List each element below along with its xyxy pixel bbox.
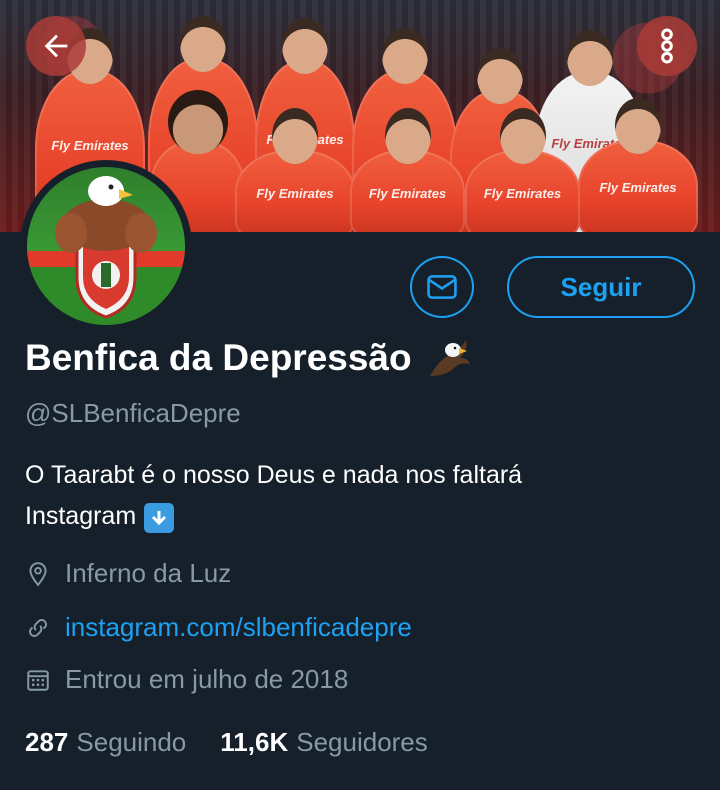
more-vertical-icon (661, 28, 673, 64)
calendar-icon (27, 669, 49, 691)
message-button[interactable] (410, 256, 474, 318)
profile-avatar[interactable] (20, 160, 192, 332)
followers-count: 11,6K (220, 727, 289, 757)
bio-line: Instagram (25, 496, 705, 537)
bio-line: O Taarabt é o nosso Deus e nada nos falt… (25, 461, 523, 489)
following-count: 287 (25, 727, 69, 757)
profile-bio: O Taarabt é o nosso Deus e nada nos falt… (25, 455, 705, 537)
following-stat[interactable]: 287 Seguindo (25, 727, 186, 758)
follow-button-label: Seguir (560, 271, 642, 302)
joined-text: Entrou em julho de 2018 (65, 664, 349, 694)
arrow-left-icon (44, 34, 68, 58)
following-label: Seguindo (76, 727, 187, 757)
avatar-image (27, 167, 185, 325)
eagle-emoji (429, 340, 470, 376)
banner-player: Fly Emirates (235, 108, 355, 232)
down-arrow-emoji (144, 503, 175, 533)
profile-location: Inferno da Luz (25, 558, 231, 589)
location-pin-icon (29, 561, 47, 586)
link-icon (29, 618, 47, 637)
followers-stat[interactable]: 11,6K Seguidores (220, 727, 428, 758)
back-button[interactable] (26, 16, 86, 76)
user-handle: @SLBenficaDepre (25, 398, 241, 428)
more-options-button[interactable] (637, 16, 697, 76)
follow-button[interactable]: Seguir (507, 256, 695, 318)
display-name-row: Benfica da Depressão (25, 336, 472, 380)
location-text: Inferno da Luz (65, 558, 232, 588)
bio-instagram-text: Instagram (25, 502, 137, 530)
banner-player: Fly Emirates (465, 108, 580, 232)
banner-player: Fly Emirates (350, 108, 465, 232)
mail-icon (427, 275, 457, 299)
followers-label: Seguidores (296, 727, 428, 757)
eagle-crest-logo (27, 176, 185, 325)
banner-player: Fly Emirates (578, 98, 698, 232)
follow-stats: 287 Seguindo 11,6K Seguidores (25, 727, 428, 758)
display-name: Benfica da Depressão (25, 337, 412, 378)
profile-website[interactable]: instagram.com/slbenficadepre (25, 612, 412, 643)
profile-joined-date: Entrou em julho de 2018 (25, 664, 348, 695)
website-link[interactable]: instagram.com/slbenficadepre (65, 612, 412, 643)
